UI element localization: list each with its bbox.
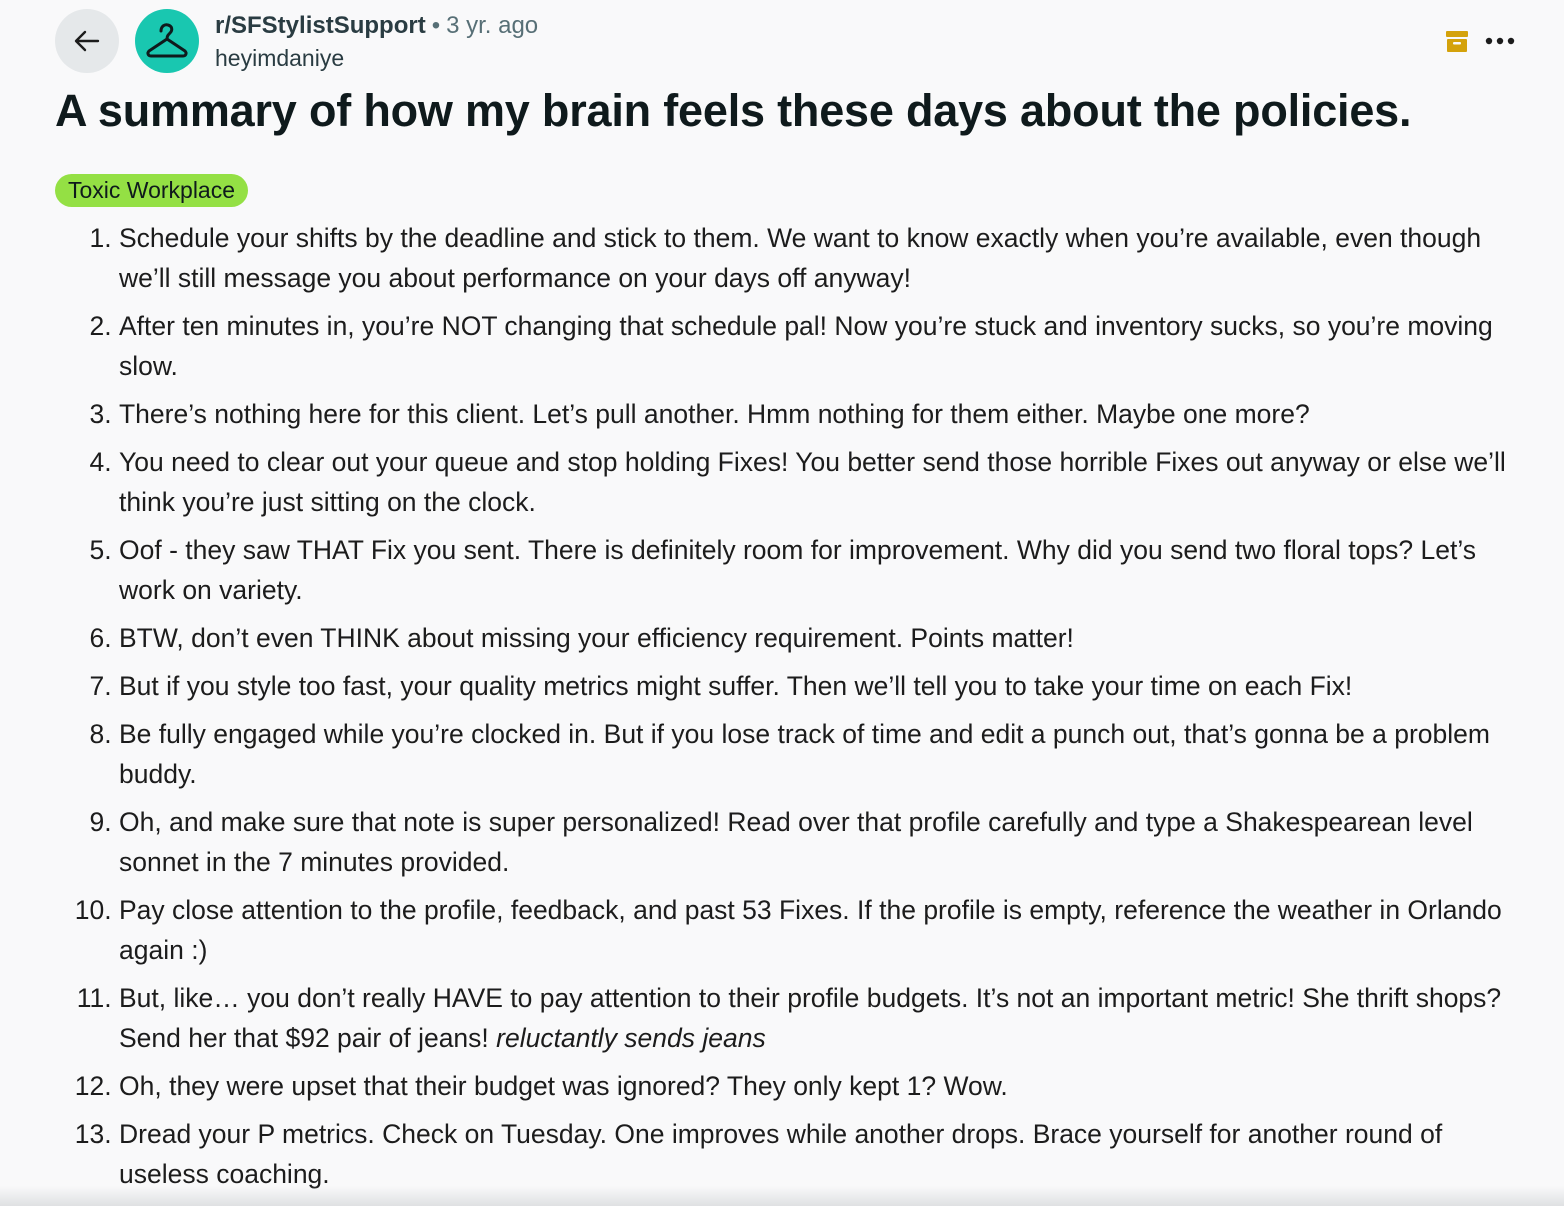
list-item-text: Schedule your shifts by the deadline and… xyxy=(119,223,1482,293)
more-options-button[interactable] xyxy=(1480,24,1520,58)
list-item: Pay close attention to the profile, feed… xyxy=(119,890,1530,970)
arrow-left-icon xyxy=(74,30,100,52)
archive-icon xyxy=(1446,31,1468,52)
post-flair[interactable]: Toxic Workplace xyxy=(55,174,249,207)
post-title: A summary of how my brain feels these da… xyxy=(55,85,1412,136)
post-body-list: Schedule your shifts by the deadline and… xyxy=(0,218,1530,1202)
list-item: But, like… you don’t really HAVE to pay … xyxy=(119,978,1530,1058)
list-item-text: Oh, and make sure that note is super per… xyxy=(119,807,1473,877)
list-item-text: Oof - they saw THAT Fix you sent. There … xyxy=(119,535,1476,605)
list-item: There’s nothing here for this client. Le… xyxy=(119,394,1530,434)
list-item-italic-text: reluctantly sends jeans xyxy=(496,1023,766,1053)
list-item-text: Oh, they were upset that their budget wa… xyxy=(119,1071,1008,1101)
list-item: Dread your P metrics. Check on Tuesday. … xyxy=(119,1114,1530,1194)
list-item-text: Be fully engaged while you’re clocked in… xyxy=(119,719,1490,789)
back-button[interactable] xyxy=(55,9,119,73)
post-header: r/SFStylistSupport • 3 yr. ago heyimdaniye xyxy=(0,0,1564,80)
meta-separator: • xyxy=(431,12,441,39)
post-meta: r/SFStylistSupport • 3 yr. ago heyimdaniye xyxy=(215,10,538,74)
subreddit-avatar[interactable] xyxy=(135,9,199,73)
list-item-text: You need to clear out your queue and sto… xyxy=(119,447,1506,517)
hanger-icon xyxy=(146,23,188,58)
list-item-text: But if you style too fast, your quality … xyxy=(119,671,1353,701)
list-item-text: After ten minutes in, you’re NOT changin… xyxy=(119,311,1493,381)
list-item: After ten minutes in, you’re NOT changin… xyxy=(119,306,1530,386)
list-item: Oof - they saw THAT Fix you sent. There … xyxy=(119,530,1530,610)
list-item-text: But, like… you don’t really HAVE to pay … xyxy=(119,983,1502,1053)
list-item: Oh, they were upset that their budget wa… xyxy=(119,1066,1530,1106)
list-item-text: BTW, don’t even THINK about missing your… xyxy=(119,623,1074,653)
list-item: Be fully engaged while you’re clocked in… xyxy=(119,714,1530,794)
author-link[interactable]: heyimdaniye xyxy=(215,42,538,74)
ellipsis-icon xyxy=(1485,37,1515,45)
list-item: But if you style too fast, your quality … xyxy=(119,666,1530,706)
list-item-text: Dread your P metrics. Check on Tuesday. … xyxy=(119,1119,1443,1189)
list-item: BTW, don’t even THINK about missing your… xyxy=(119,618,1530,658)
list-item-text: There’s nothing here for this client. Le… xyxy=(119,399,1310,429)
meta-line: r/SFStylistSupport • 3 yr. ago xyxy=(215,10,538,42)
list-item: You need to clear out your queue and sto… xyxy=(119,442,1530,522)
subreddit-link[interactable]: r/SFStylistSupport xyxy=(215,12,426,39)
list-item: Schedule your shifts by the deadline and… xyxy=(119,218,1530,298)
bottom-scroll-fade xyxy=(0,1186,1564,1206)
post-timestamp: 3 yr. ago xyxy=(446,12,539,39)
list-item: Oh, and make sure that note is super per… xyxy=(119,802,1530,882)
list-item-text: Pay close attention to the profile, feed… xyxy=(119,895,1502,965)
